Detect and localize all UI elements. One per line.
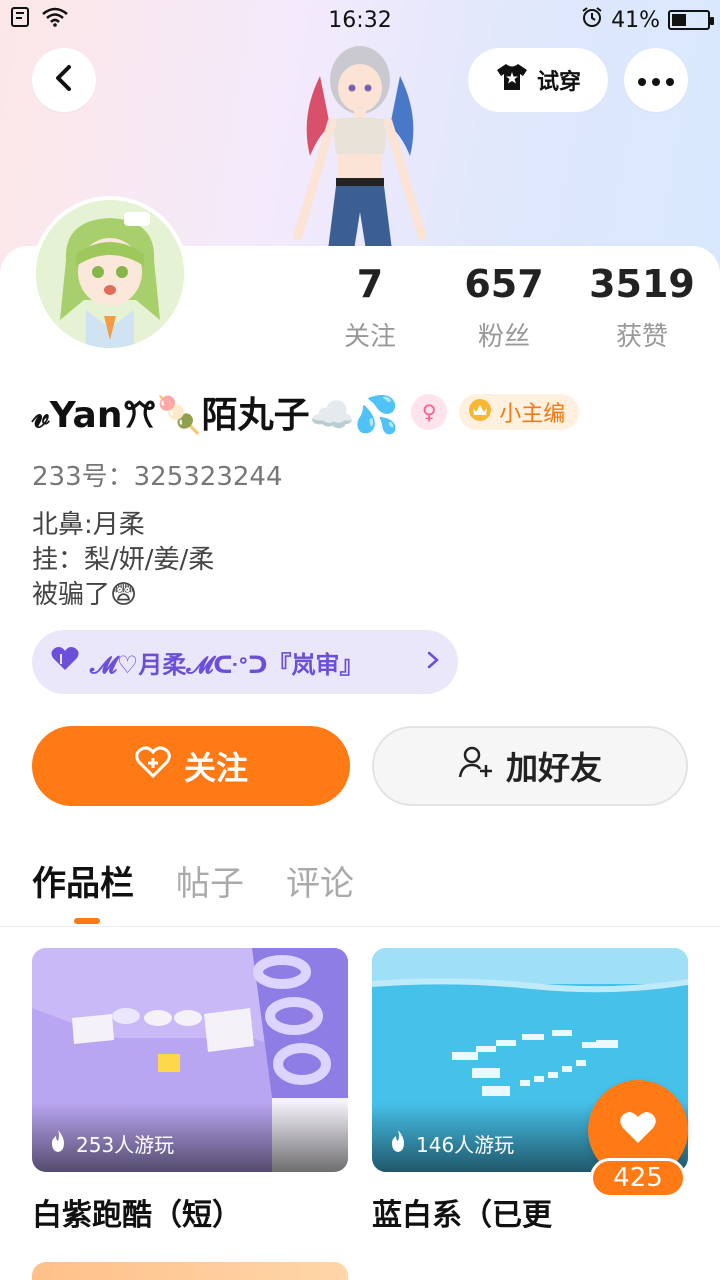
work-title[interactable]: 白紫跑酷（短）	[32, 1190, 242, 1234]
tab-posts[interactable]: 帖子	[176, 856, 244, 905]
tshirt-icon	[495, 62, 529, 98]
wifi-icon	[42, 7, 68, 33]
group-link[interactable]: 𝓜♡月柔𝓜ᑢᐤᑐ『岚审』	[32, 630, 458, 694]
play-count: 146人游玩	[388, 1129, 514, 1158]
user-bio: 北鼻:月柔 挂：梨/妍/姜/柔 被骗了😨	[32, 508, 214, 613]
flame-icon	[388, 1129, 408, 1158]
battery-icon	[668, 10, 714, 30]
notification-icon	[10, 6, 32, 34]
group-name: 𝓜♡月柔𝓜ᑢᐤᑐ『岚审』	[90, 650, 364, 679]
tab-works[interactable]: 作品栏	[32, 856, 134, 905]
play-count-text: 253人游玩	[76, 1133, 175, 1157]
status-bar: 16:32 41%	[0, 0, 720, 40]
gender-symbol: ♀	[421, 400, 437, 424]
like-count: 425	[590, 1158, 686, 1198]
play-count-text: 146人游玩	[416, 1133, 515, 1157]
add-friend-label: 加好友	[505, 749, 602, 787]
profile-stats: 7 关注 657 粉丝 3519 获赞	[300, 262, 720, 352]
follow-button[interactable]: 关注	[32, 726, 350, 806]
stat-following[interactable]: 7 关注	[300, 262, 440, 353]
role-badge-label: 小主编	[499, 402, 566, 427]
avatar[interactable]	[32, 196, 188, 352]
bio-line: 挂：梨/妍/姜/柔	[32, 545, 215, 575]
content-tabs: 作品栏 帖子 评论	[32, 856, 354, 905]
heart-plus-icon	[134, 745, 172, 787]
bio-line: 被骗了😨	[32, 580, 138, 610]
heart-group-icon	[50, 646, 80, 678]
battery-text: 41%	[611, 7, 660, 33]
stat-label: 获赞	[615, 322, 668, 352]
play-count: 253人游玩	[48, 1129, 174, 1158]
stat-value: 3519	[589, 262, 695, 306]
female-gender-icon: ♀	[411, 394, 448, 430]
stat-value: 7	[356, 262, 384, 306]
add-friend-button[interactable]: 加好友	[372, 726, 688, 806]
divider	[0, 926, 720, 927]
clock: 16:32	[328, 7, 392, 33]
work-card-partial[interactable]	[32, 1262, 348, 1280]
user-name: 𝓋Yanꔫ🍡陌丸子☁️💦	[32, 395, 400, 436]
role-badge[interactable]: 小主编	[459, 394, 580, 430]
stat-label: 粉丝	[477, 322, 530, 352]
stat-label: 关注	[343, 322, 396, 352]
add-user-icon	[458, 745, 494, 787]
user-id[interactable]: 233号：325323244	[32, 456, 283, 493]
stat-followers[interactable]: 657 粉丝	[434, 262, 574, 353]
tab-comments[interactable]: 评论	[286, 856, 354, 905]
more-dots-icon	[638, 71, 674, 90]
more-button[interactable]	[624, 48, 688, 112]
work-title[interactable]: 蓝白系（已更	[372, 1190, 552, 1234]
stat-likes[interactable]: 3519 获赞	[572, 262, 712, 353]
work-card[interactable]: 253人游玩	[32, 948, 348, 1172]
heart-icon	[618, 1110, 658, 1150]
follow-label: 关注	[183, 749, 248, 787]
try-on-button[interactable]: 试穿	[468, 48, 608, 112]
alarm-icon	[581, 6, 603, 34]
back-button[interactable]	[32, 48, 96, 112]
stat-value: 657	[464, 262, 544, 306]
flame-icon	[48, 1129, 68, 1158]
bio-line: 北鼻:月柔	[32, 510, 145, 540]
name-row: 𝓋Yanꔫ🍡陌丸子☁️💦 ♀ 小主编	[32, 386, 580, 438]
chevron-right-icon	[426, 648, 440, 676]
crown-medal-icon	[467, 396, 493, 428]
chevron-left-icon	[52, 64, 76, 96]
active-tab-indicator	[74, 918, 100, 924]
avatar-3d-model[interactable]	[280, 36, 440, 250]
try-on-label: 试穿	[536, 70, 581, 95]
